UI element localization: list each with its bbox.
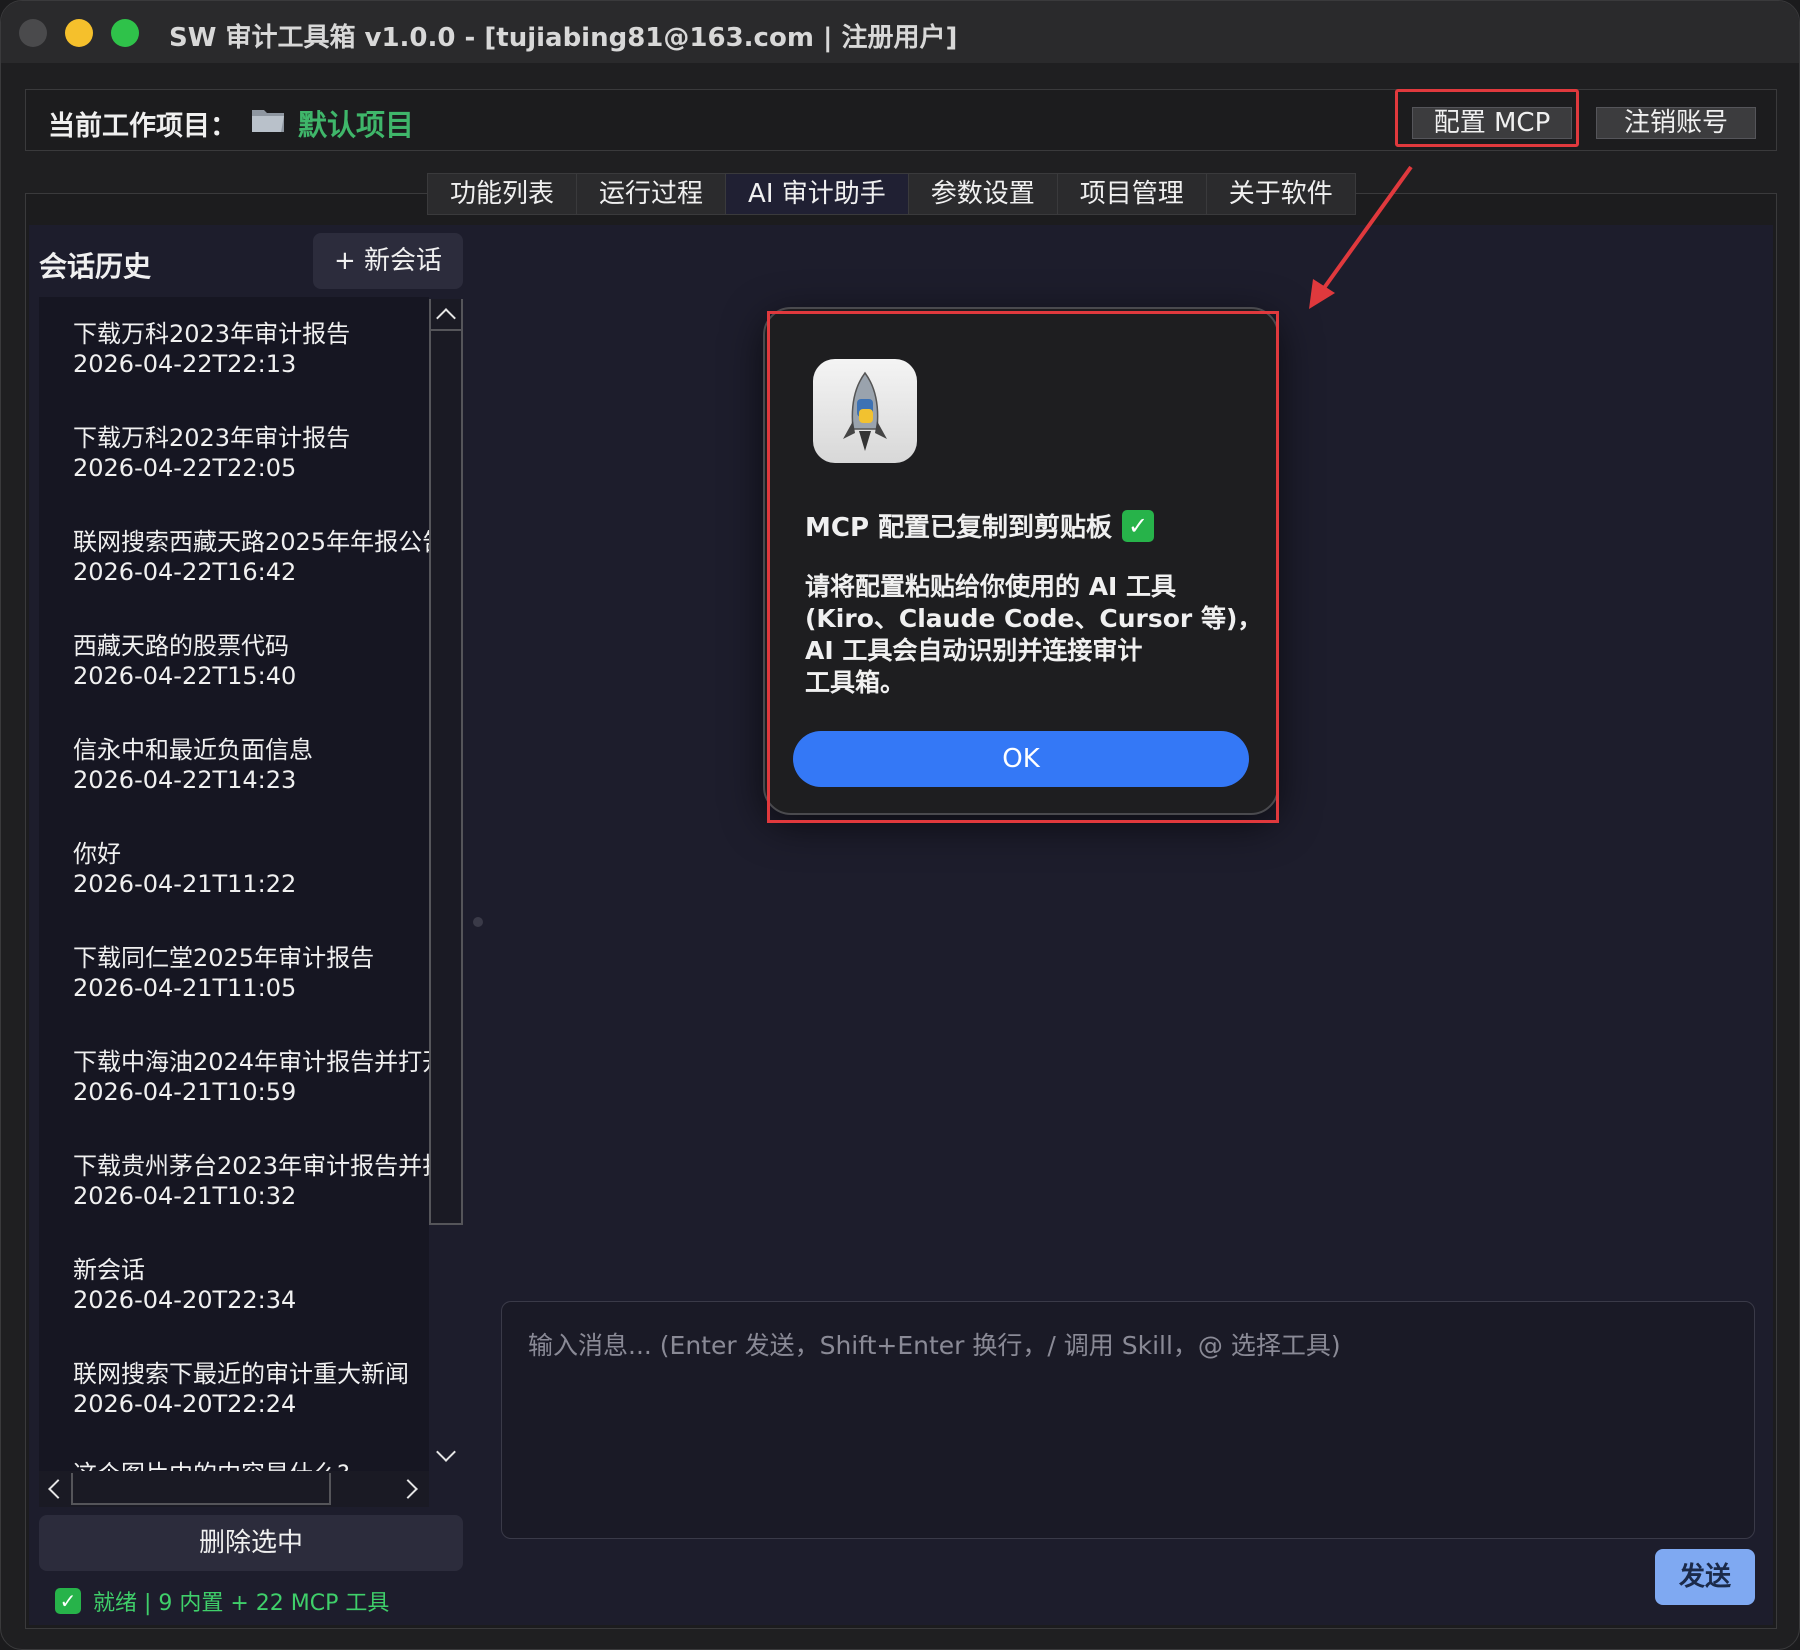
list-item-time: 2026-04-20T22:24 — [73, 1390, 297, 1418]
tab-bar: 功能列表 运行过程 AI 审计助手 参数设置 项目管理 关于软件 — [427, 173, 1356, 215]
annotation-arrow — [1309, 165, 1413, 309]
history-list[interactable]: 下载万科2023年审计报告 2026-04-22T22:13 下载万科2023年… — [39, 297, 429, 1473]
tab-settings[interactable]: 参数设置 — [909, 174, 1058, 214]
splitter-handle[interactable] — [473, 917, 483, 927]
window-title: SW 审计工具箱 v1.0.0 - [tujiabing81@163.com |… — [169, 23, 958, 53]
list-item[interactable]: 联网搜索西藏天路2025年年报公告 2026-04-22T16:42 — [73, 527, 429, 587]
list-item-title: 西藏天路的股票代码 — [73, 632, 289, 660]
list-item-time: 2026-04-21T10:59 — [73, 1078, 297, 1106]
list-item-title: 信永中和最近负面信息 — [73, 736, 313, 764]
list-item-title: 下载同仁堂2025年审计报告 — [73, 944, 375, 972]
app-window: SW 审计工具箱 v1.0.0 - [tujiabing81@163.com |… — [0, 0, 1800, 1650]
list-item-title: 联网搜索下最近的审计重大新闻 — [73, 1360, 409, 1388]
message-input[interactable] — [528, 1326, 1728, 1514]
list-item-time: 2026-04-22T14:23 — [73, 766, 297, 794]
folder-icon — [252, 110, 284, 132]
tab-run-process[interactable]: 运行过程 — [577, 174, 727, 214]
chevron-up-icon — [436, 308, 456, 328]
horizontal-scroll-thumb[interactable] — [71, 1473, 331, 1505]
list-item[interactable]: 下载贵州茅台2023年审计报告并打开 2026-04-21T10:32 — [73, 1151, 429, 1211]
list-item[interactable]: 下载同仁堂2025年审计报告 2026-04-21T11:05 — [73, 943, 429, 1003]
list-item-time: 2026-04-21T11:05 — [73, 974, 297, 1002]
list-item-title: 下载贵州茅台2023年审计报告并打开 — [73, 1152, 429, 1180]
list-item[interactable]: 下载万科2023年审计报告 2026-04-22T22:13 — [73, 319, 429, 379]
status-text: 就绪 | 9 内置 + 22 MCP 工具 — [93, 1591, 390, 1616]
window-minimize-button[interactable] — [65, 19, 93, 47]
tab-ai-assistant[interactable]: AI 审计助手 — [726, 174, 909, 214]
send-button[interactable]: 发送 — [1655, 1549, 1755, 1605]
list-item-title: 下载中海油2024年审计报告并打开 — [73, 1048, 429, 1076]
list-item-title: 你好 — [73, 840, 121, 868]
list-item[interactable]: 联网搜索下最近的审计重大新闻 2026-04-20T22:24 — [73, 1359, 429, 1419]
logout-button[interactable]: 注销账号 — [1596, 107, 1756, 139]
list-item-time: 2026-04-22T22:13 — [73, 350, 297, 378]
list-item[interactable]: 下载万科2023年审计报告 2026-04-22T22:05 — [73, 423, 429, 483]
message-input-box[interactable] — [501, 1301, 1755, 1539]
list-item-title: 联网搜索西藏天路2025年年报公告 — [73, 528, 429, 556]
status-bar: ✓ 就绪 | 9 内置 + 22 MCP 工具 — [55, 1585, 389, 1617]
window-close-button[interactable] — [19, 19, 47, 47]
list-item-title: 新会话 — [73, 1256, 145, 1284]
list-item-time: 2026-04-20T22:34 — [73, 1286, 297, 1314]
list-item-time: 2026-04-22T16:42 — [73, 558, 297, 586]
check-icon: ✓ — [55, 1588, 81, 1614]
highlight-box-dialog — [767, 311, 1279, 823]
chevron-down-icon — [436, 1442, 456, 1462]
title-bar: SW 审计工具箱 v1.0.0 - [tujiabing81@163.com |… — [1, 1, 1799, 63]
tab-project-management[interactable]: 项目管理 — [1058, 174, 1207, 214]
list-item[interactable]: 你好 2026-04-21T11:22 — [73, 839, 429, 899]
list-item-time: 2026-04-21T10:32 — [73, 1182, 297, 1210]
list-item-time: 2026-04-22T15:40 — [73, 662, 297, 690]
delete-selected-button[interactable]: 删除选中 — [39, 1515, 463, 1571]
scroll-down-button[interactable] — [431, 1441, 461, 1471]
new-session-button[interactable]: + 新会话 — [313, 233, 463, 289]
highlight-box-config-mcp — [1395, 89, 1579, 147]
scroll-left-button[interactable] — [41, 1473, 71, 1505]
list-item-time: 2026-04-22T22:05 — [73, 454, 297, 482]
project-label: 当前工作项目： — [48, 111, 237, 142]
list-item-time: 2026-04-21T11:22 — [73, 870, 297, 898]
list-item-title: 下载万科2023年审计报告 — [73, 424, 351, 452]
chevron-right-icon — [398, 1479, 418, 1499]
window-maximize-button[interactable] — [111, 19, 139, 47]
list-item[interactable]: 新会话 2026-04-20T22:34 — [73, 1255, 429, 1315]
list-item[interactable]: 信永中和最近负面信息 2026-04-22T14:23 — [73, 735, 429, 795]
chevron-left-icon — [48, 1479, 68, 1499]
history-vertical-scrollbar[interactable] — [429, 299, 463, 1225]
scroll-up-button[interactable] — [431, 301, 461, 331]
history-title: 会话历史 — [39, 250, 152, 283]
scroll-right-button[interactable] — [397, 1473, 427, 1505]
list-item-title: 下载万科2023年审计报告 — [73, 320, 351, 348]
list-item[interactable]: 下载中海油2024年审计报告并打开 2026-04-21T10:59 — [73, 1047, 429, 1107]
tab-function-list[interactable]: 功能列表 — [428, 174, 578, 214]
list-item[interactable]: 西藏天路的股票代码 2026-04-22T15:40 — [73, 631, 429, 691]
project-name[interactable]: 默认项目 — [298, 102, 414, 144]
